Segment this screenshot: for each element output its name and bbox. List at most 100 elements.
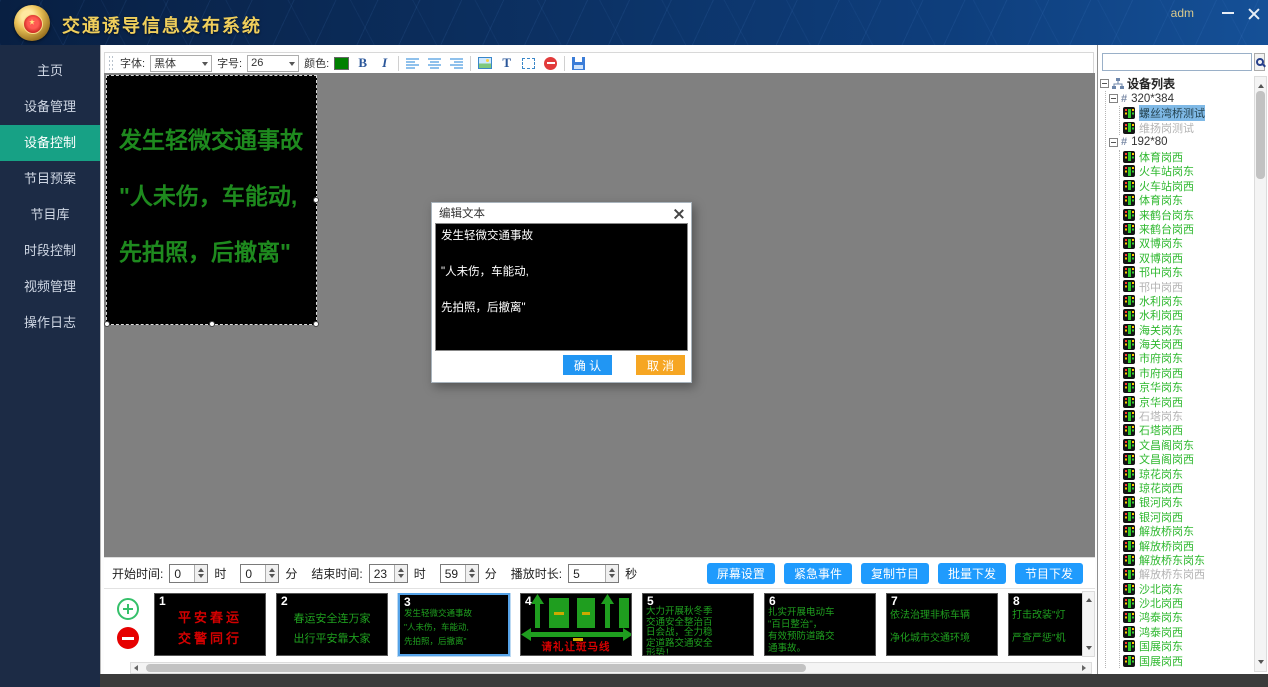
device-item[interactable]: 市府岗东	[1123, 351, 1252, 365]
collapse-toggle-icon[interactable]	[1109, 94, 1118, 103]
device-item[interactable]: 京华岗西	[1123, 394, 1252, 408]
resize-handle[interactable]	[313, 197, 319, 203]
spinner-buttons[interactable]	[605, 565, 618, 582]
spinner-buttons[interactable]	[194, 565, 207, 582]
device-search-input[interactable]	[1102, 53, 1252, 71]
device-item[interactable]: 沙北岗东	[1123, 582, 1252, 596]
bold-button[interactable]: B	[354, 55, 371, 72]
device-item[interactable]: 银河岗西	[1123, 510, 1252, 524]
align-center-button[interactable]	[426, 55, 443, 72]
dialog-close-button[interactable]	[673, 208, 684, 219]
device-item[interactable]: 海关岗东	[1123, 322, 1252, 336]
device-item[interactable]: 火车站岗东	[1123, 164, 1252, 178]
device-scrollbar[interactable]	[1254, 76, 1267, 672]
device-item[interactable]: 来鹤台岗西	[1123, 222, 1252, 236]
playlist-item-3[interactable]: 3发生轻微交通事故"人未伤，车能动,先拍照，后撤离"	[398, 593, 510, 656]
device-group-320*384[interactable]: #320*384	[1109, 91, 1252, 106]
confirm-button[interactable]: 确 认	[563, 355, 612, 375]
user-label[interactable]: adm	[1171, 6, 1194, 20]
device-item[interactable]: 邗中岗西	[1123, 279, 1252, 293]
align-left-button[interactable]	[404, 55, 421, 72]
device-item[interactable]: 解放桥岗东	[1123, 524, 1252, 538]
action-button-1[interactable]: 屏幕设置	[707, 563, 775, 584]
collapse-toggle-icon[interactable]	[1100, 79, 1109, 88]
stop-button[interactable]	[542, 55, 559, 72]
font-family-select[interactable]: 黑体	[150, 55, 212, 72]
insert-image-button[interactable]	[476, 55, 493, 72]
end-minute-input[interactable]: 59	[440, 564, 479, 583]
italic-button[interactable]: I	[376, 55, 393, 72]
playlist-item-7[interactable]: 7依法治理非标车辆净化城市交通环境	[886, 593, 998, 656]
device-item[interactable]: 石塔岗东	[1123, 409, 1252, 423]
action-button-2[interactable]: 紧急事件	[784, 563, 852, 584]
device-item[interactable]: 鸿泰岗东	[1123, 610, 1252, 624]
playlist-scrollbar-vertical[interactable]	[1082, 591, 1095, 657]
device-group-192*80[interactable]: #192*80	[1109, 135, 1252, 150]
scrollbar-thumb[interactable]	[1256, 91, 1265, 179]
device-item[interactable]: 沙北岗西	[1123, 596, 1252, 610]
search-button[interactable]	[1254, 53, 1265, 71]
device-item[interactable]: 京华岗东	[1123, 380, 1252, 394]
align-right-button[interactable]	[448, 55, 465, 72]
marquee-button[interactable]	[520, 55, 537, 72]
resize-handle[interactable]	[313, 321, 319, 327]
playlist-item-1[interactable]: 1平安春运交警同行	[154, 593, 266, 656]
device-item[interactable]: 邗中岗东	[1123, 265, 1252, 279]
resize-handle[interactable]	[104, 321, 110, 327]
device-item[interactable]: 解放桥岗西	[1123, 538, 1252, 552]
duration-input[interactable]: 5	[568, 564, 619, 583]
playlist-item-8[interactable]: 8打击改装"灯严查严惩"机	[1008, 593, 1084, 656]
add-program-button[interactable]	[117, 598, 139, 620]
device-item[interactable]: 石塔岗西	[1123, 423, 1252, 437]
spinner-buttons[interactable]	[394, 565, 407, 582]
sidebar-item-6[interactable]: 时段控制	[0, 233, 100, 269]
action-button-5[interactable]: 节目下发	[1015, 563, 1083, 584]
device-item[interactable]: 体育岗西	[1123, 150, 1252, 164]
device-item[interactable]: 海关岗西	[1123, 337, 1252, 351]
device-item[interactable]: 国展岗东	[1123, 639, 1252, 653]
device-item[interactable]: 螺丝湾桥测试	[1123, 106, 1252, 120]
device-item[interactable]: 体育岗东	[1123, 193, 1252, 207]
save-button[interactable]	[570, 55, 587, 72]
close-button[interactable]	[1243, 4, 1263, 22]
collapse-toggle-icon[interactable]	[1109, 138, 1118, 147]
device-item[interactable]: 双博岗东	[1123, 236, 1252, 250]
device-item[interactable]: 水利岗西	[1123, 308, 1252, 322]
playlist-item-6[interactable]: 6扎实开展电动车"百日整治"，有效预防道路交通事故。	[764, 593, 876, 656]
dialog-textarea[interactable]: 发生轻微交通事故"人未伤，车能动,先拍照，后撤离"	[435, 223, 688, 351]
start-minute-input[interactable]: 0	[240, 564, 279, 583]
device-item[interactable]: 双博岗西	[1123, 251, 1252, 265]
sidebar-item-4[interactable]: 节目预案	[0, 161, 100, 197]
device-item[interactable]: 琼花岗西	[1123, 481, 1252, 495]
color-swatch[interactable]	[334, 57, 349, 70]
action-button-3[interactable]: 复制节目	[861, 563, 929, 584]
playlist-item-2[interactable]: 2春运安全连万家出行平安靠大家	[276, 593, 388, 656]
resize-handle[interactable]	[209, 321, 215, 327]
device-item[interactable]: 文昌阁岗西	[1123, 452, 1252, 466]
device-item[interactable]: 水利岗东	[1123, 294, 1252, 308]
cancel-button[interactable]: 取 消	[636, 355, 685, 375]
led-preview[interactable]: 发生轻微交通事故"人未伤，车能动,先拍照，后撤离"	[106, 75, 317, 325]
device-item[interactable]: 市府岗西	[1123, 366, 1252, 380]
device-item[interactable]: 银河岗东	[1123, 495, 1252, 509]
device-item[interactable]: 火车站岗西	[1123, 179, 1252, 193]
sidebar-item-3[interactable]: 设备控制	[0, 125, 100, 161]
sidebar-item-1[interactable]: 主页	[0, 53, 100, 89]
delete-program-button[interactable]	[117, 627, 139, 649]
device-item[interactable]: 鸿泰岗西	[1123, 625, 1252, 639]
sidebar-item-2[interactable]: 设备管理	[0, 89, 100, 125]
tree-root[interactable]: 设备列表	[1100, 76, 1252, 91]
device-item[interactable]: 来鹤台岗东	[1123, 207, 1252, 221]
device-item[interactable]: 国展岗西	[1123, 653, 1252, 667]
end-hour-input[interactable]: 23	[369, 564, 408, 583]
action-button-4[interactable]: 批量下发	[938, 563, 1006, 584]
device-item[interactable]: 琼花岗东	[1123, 466, 1252, 480]
sidebar-item-5[interactable]: 节目库	[0, 197, 100, 233]
device-item[interactable]: 解放桥东岗东	[1123, 553, 1252, 567]
start-hour-input[interactable]: 0	[169, 564, 208, 583]
device-item[interactable]: 维扬岗测试	[1123, 120, 1252, 134]
minimize-button[interactable]	[1218, 4, 1238, 22]
device-item[interactable]: 文昌阁岗东	[1123, 438, 1252, 452]
spinner-buttons[interactable]	[465, 565, 478, 582]
spinner-buttons[interactable]	[265, 565, 278, 582]
